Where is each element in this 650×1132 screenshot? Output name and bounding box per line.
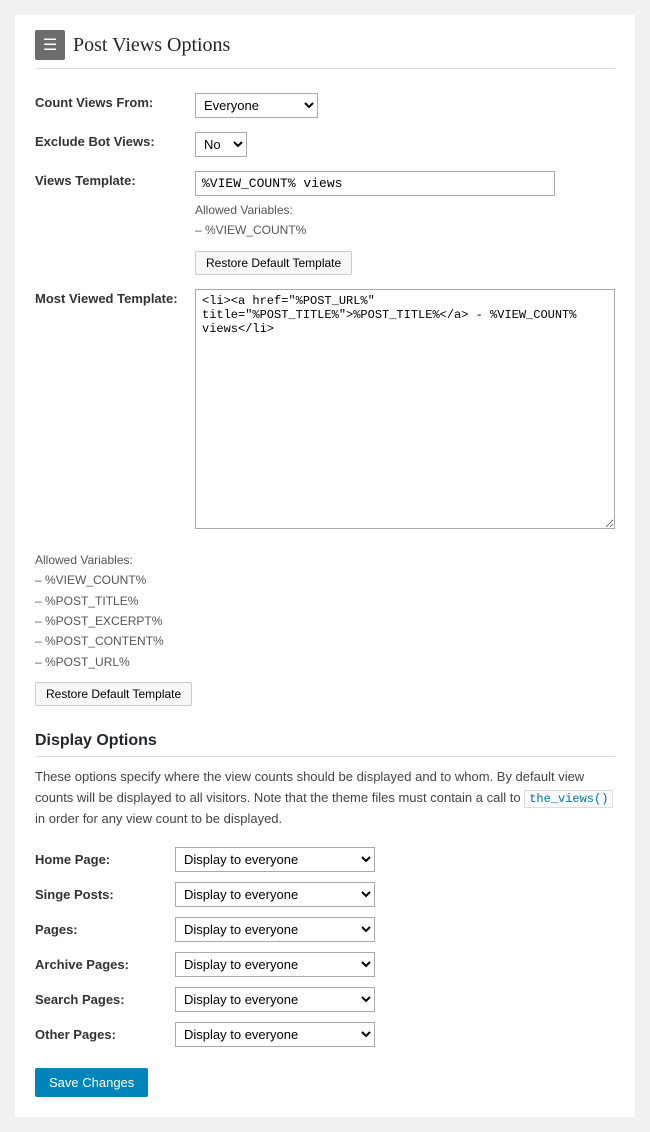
search-pages-select[interactable]: Display to everyone Display to logged in…: [175, 987, 375, 1012]
display-options-desc-part1: These options specify where the view cou…: [35, 769, 584, 805]
pages-label: Pages:: [35, 912, 175, 947]
single-posts-label: Singe Posts:: [35, 877, 175, 912]
count-views-from-label: Count Views From:: [35, 87, 195, 126]
mv-var-view-count: – %VIEW_COUNT%: [35, 573, 146, 587]
page-title: Post Views Options: [73, 34, 230, 57]
views-template-vars-label: Allowed Variables:: [195, 203, 293, 217]
count-views-from-row: Count Views From: Everyone Logged in use…: [35, 87, 615, 126]
most-viewed-template-textarea[interactable]: <li><a href="%POST_URL%" title="%POST_TI…: [195, 289, 615, 529]
view-count-var: – %VIEW_COUNT%: [195, 223, 306, 237]
home-page-label: Home Page:: [35, 842, 175, 877]
main-settings-table: Count Views From: Everyone Logged in use…: [35, 87, 615, 714]
archive-pages-cell: Display to everyone Display to logged in…: [175, 947, 615, 982]
page-wrap: ☰ Post Views Options Count Views From: E…: [15, 15, 635, 1117]
pages-row: Pages: Display to everyone Display to lo…: [35, 912, 615, 947]
single-posts-row: Singe Posts: Display to everyone Display…: [35, 877, 615, 912]
single-posts-select[interactable]: Display to everyone Display to logged in…: [175, 882, 375, 907]
most-viewed-vars-right: [195, 540, 615, 714]
pages-select[interactable]: Display to everyone Display to logged in…: [175, 917, 375, 942]
home-page-cell: Display to everyone Display to logged in…: [175, 842, 615, 877]
mv-var-post-content: – %POST_CONTENT%: [35, 634, 164, 648]
display-options-table: Home Page: Display to everyone Display t…: [35, 842, 615, 1052]
count-views-from-select[interactable]: Everyone Logged in users Guests: [195, 93, 318, 118]
pages-cell: Display to everyone Display to logged in…: [175, 912, 615, 947]
display-options-description: These options specify where the view cou…: [35, 767, 615, 830]
most-viewed-vars-row: Allowed Variables: – %VIEW_COUNT% – %POS…: [35, 540, 615, 714]
most-viewed-vars-left: Allowed Variables: – %VIEW_COUNT% – %POS…: [35, 540, 195, 714]
views-template-input[interactable]: [195, 171, 555, 196]
save-changes-button[interactable]: Save Changes: [35, 1068, 148, 1097]
other-pages-cell: Display to everyone Display to logged in…: [175, 1017, 615, 1052]
views-template-row: Views Template: Allowed Variables: – %VI…: [35, 165, 615, 283]
home-page-row: Home Page: Display to everyone Display t…: [35, 842, 615, 877]
archive-pages-row: Archive Pages: Display to everyone Displ…: [35, 947, 615, 982]
page-title-bar: ☰ Post Views Options: [35, 30, 615, 69]
exclude-bot-views-cell: No Yes: [195, 126, 615, 165]
search-pages-cell: Display to everyone Display to logged in…: [175, 982, 615, 1017]
views-template-cell: Allowed Variables: – %VIEW_COUNT% Restor…: [195, 165, 615, 283]
search-pages-label: Search Pages:: [35, 982, 175, 1017]
exclude-bot-views-label: Exclude Bot Views:: [35, 126, 195, 165]
page-icon: ☰: [35, 30, 65, 60]
most-viewed-template-cell: <li><a href="%POST_URL%" title="%POST_TI…: [195, 283, 615, 540]
most-viewed-template-row: Most Viewed Template: <li><a href="%POST…: [35, 283, 615, 540]
restore-most-viewed-template-button[interactable]: Restore Default Template: [35, 682, 192, 706]
restore-views-template-button[interactable]: Restore Default Template: [195, 251, 352, 275]
mv-var-post-title: – %POST_TITLE%: [35, 594, 138, 608]
home-page-select[interactable]: Display to everyone Display to logged in…: [175, 847, 375, 872]
exclude-bot-views-select[interactable]: No Yes: [195, 132, 247, 157]
archive-pages-select[interactable]: Display to everyone Display to logged in…: [175, 952, 375, 977]
single-posts-cell: Display to everyone Display to logged in…: [175, 877, 615, 912]
display-options-section-title: Display Options: [35, 732, 615, 757]
count-views-from-cell: Everyone Logged in users Guests: [195, 87, 615, 126]
most-viewed-template-label: Most Viewed Template:: [35, 283, 195, 540]
exclude-bot-views-row: Exclude Bot Views: No Yes: [35, 126, 615, 165]
archive-pages-label: Archive Pages:: [35, 947, 175, 982]
most-viewed-vars-label: Allowed Variables:: [35, 553, 133, 567]
mv-var-post-url: – %POST_URL%: [35, 655, 130, 669]
most-viewed-allowed-vars: Allowed Variables: – %VIEW_COUNT% – %POS…: [35, 550, 195, 672]
other-pages-select[interactable]: Display to everyone Display to logged in…: [175, 1022, 375, 1047]
display-options-desc-part2: in order for any view count to be displa…: [35, 811, 282, 826]
search-pages-row: Search Pages: Display to everyone Displa…: [35, 982, 615, 1017]
mv-var-post-excerpt: – %POST_EXCERPT%: [35, 614, 162, 628]
the-views-code: the_views(): [524, 790, 613, 808]
other-pages-label: Other Pages:: [35, 1017, 175, 1052]
other-pages-row: Other Pages: Display to everyone Display…: [35, 1017, 615, 1052]
views-template-label: Views Template:: [35, 165, 195, 283]
views-template-allowed-vars: Allowed Variables: – %VIEW_COUNT%: [195, 200, 615, 241]
